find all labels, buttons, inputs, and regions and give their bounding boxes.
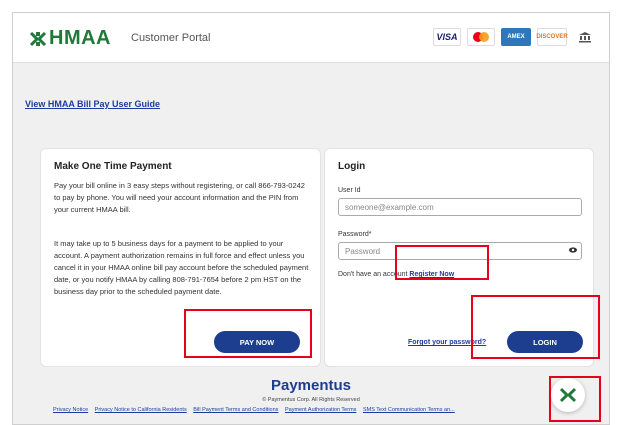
mastercard-icon <box>467 28 495 46</box>
highlight-box <box>549 376 601 422</box>
visa-icon: VISA <box>433 28 461 46</box>
footer-links: Privacy Notice Privacy Notice to Califor… <box>53 407 460 413</box>
bill-payment-terms-link[interactable]: Bill Payment Terms and Conditions <box>193 407 278 413</box>
user-id-label: User Id <box>338 187 361 194</box>
copyright-text: © Paymentus Corp. All Rights Reserved <box>262 397 360 403</box>
one-time-payment-title: Make One Time Payment <box>54 161 172 172</box>
hmaa-logo-icon <box>29 31 47 46</box>
password-label: Password* <box>338 231 372 238</box>
login-title: Login <box>338 161 366 172</box>
discover-icon: DISCOVER <box>536 28 568 46</box>
show-password-icon[interactable] <box>569 247 577 253</box>
paymentus-logo: Paymentus <box>270 377 352 394</box>
page-frame: HMAA Customer Portal VISA AMEX DISCOVER … <box>12 12 610 425</box>
california-privacy-link[interactable]: Privacy Notice to California Residents <box>95 407 187 413</box>
bank-icon <box>573 28 597 46</box>
one-time-payment-intro: Pay your bill online in 3 easy steps wit… <box>54 181 305 214</box>
user-id-input[interactable] <box>338 198 582 216</box>
user-guide-link[interactable]: View HMAA Bill Pay User Guide <box>25 99 160 109</box>
privacy-notice-link[interactable]: Privacy Notice <box>53 407 88 413</box>
header: HMAA Customer Portal VISA AMEX DISCOVER <box>13 13 609 63</box>
highlight-box <box>471 295 600 359</box>
hmaa-logo[interactable]: HMAA <box>29 27 111 50</box>
highlight-box <box>184 309 312 358</box>
portal-label: Customer Portal <box>131 32 211 44</box>
brand-name: HMAA <box>49 27 111 49</box>
sms-terms-link[interactable]: SMS Text Communication Terms an... <box>363 407 455 413</box>
amex-icon: AMEX <box>501 28 531 46</box>
payment-authorization-terms-link[interactable]: Payment Authorization Terms <box>285 407 356 413</box>
highlight-box <box>395 245 489 280</box>
payment-methods: VISA AMEX DISCOVER <box>433 28 597 46</box>
payment-authorization-text: It may take up to 5 business days for a … <box>54 239 309 296</box>
